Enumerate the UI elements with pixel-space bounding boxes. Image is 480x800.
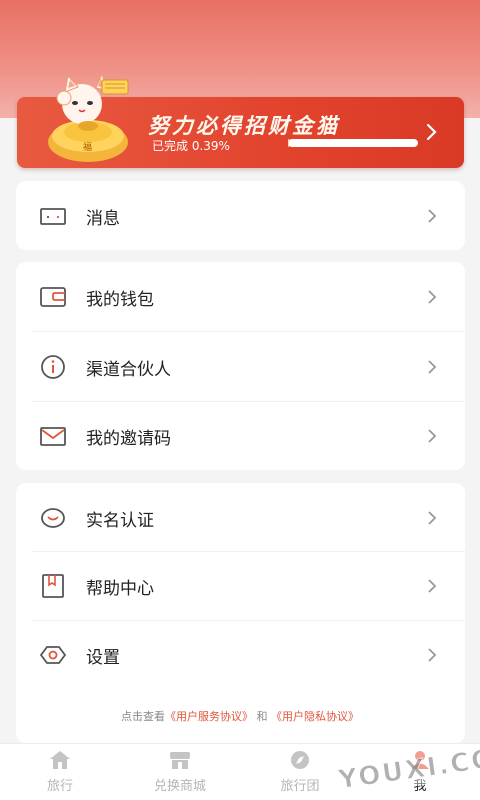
chevron-right-icon <box>428 290 437 304</box>
compass-icon <box>291 751 309 769</box>
menu-item-partner[interactable]: 渠道合伙人 <box>16 332 465 401</box>
privacy-agreement-link[interactable]: 《用户隐私协议》 <box>271 710 359 723</box>
info-icon <box>41 355 65 379</box>
wallet-card: 我的钱包 渠道合伙人 我的邀请码 <box>16 262 465 470</box>
menu-item-invite-code[interactable]: 我的邀请码 <box>16 401 465 470</box>
message-icon <box>40 208 66 225</box>
nav-label: 兑换商城 <box>153 779 206 794</box>
chevron-right-icon <box>428 360 437 374</box>
watermark-logo: YOUXI.COM <box>329 742 480 797</box>
menu-item-messages[interactable]: 消息 <box>16 181 465 250</box>
banner-progress-fill <box>288 139 289 147</box>
menu-item-label: 实名认证 <box>86 511 154 531</box>
chevron-right-icon <box>428 579 437 593</box>
messages-card: 消息 <box>16 181 465 250</box>
menu-item-wallet[interactable]: 我的钱包 <box>16 262 465 331</box>
menu-item-real-name[interactable]: 实名认证 <box>16 483 465 552</box>
menu-item-label: 渠道合伙人 <box>86 360 171 380</box>
settings-card: 实名认证 帮助中心 设置 <box>16 483 465 743</box>
svg-text:YOUXI.COM: YOUXI.COM <box>336 742 480 796</box>
chevron-right-icon <box>428 429 437 443</box>
wallet-icon <box>40 287 66 307</box>
menu-item-label: 我的钱包 <box>86 290 154 310</box>
chevron-right-icon <box>428 209 437 223</box>
home-icon <box>50 751 70 769</box>
service-agreement-link[interactable]: 《用户服务协议》 <box>165 710 253 723</box>
menu-item-label: 设置 <box>86 648 120 668</box>
menu-item-label: 我的邀请码 <box>86 429 171 449</box>
agreement-and: 和 <box>256 710 268 723</box>
menu-item-label: 帮助中心 <box>86 579 154 599</box>
svg-text:福: 福 <box>83 141 92 153</box>
agreement-notice: 点击查看《用户服务协议》 和 《用户隐私协议》 <box>0 708 480 724</box>
menu-item-label: 消息 <box>86 209 120 229</box>
menu-item-help[interactable]: 帮助中心 <box>16 551 465 620</box>
banner-chevron-right-icon[interactable] <box>424 122 438 142</box>
nav-tab-travel[interactable]: 旅行 <box>5 744 115 800</box>
smile-icon <box>41 508 65 528</box>
nav-tab-store[interactable]: 兑换商城 <box>125 744 235 800</box>
store-icon <box>170 752 190 769</box>
nav-label: 旅行 <box>46 779 73 794</box>
banner-title: 努力必得招财金猫 <box>148 114 340 138</box>
banner-progress-bar <box>288 139 418 147</box>
help-book-icon <box>42 574 64 598</box>
chevron-right-icon <box>428 648 437 662</box>
chevron-right-icon <box>428 511 437 525</box>
lucky-cat-icon: 福 <box>48 72 129 162</box>
settings-icon <box>40 646 66 664</box>
agreement-prefix: 点击查看 <box>121 710 165 723</box>
mail-icon <box>40 427 66 446</box>
menu-item-settings[interactable]: 设置 <box>16 620 465 689</box>
banner-progress-text: 已完成 0.39% <box>152 139 230 153</box>
